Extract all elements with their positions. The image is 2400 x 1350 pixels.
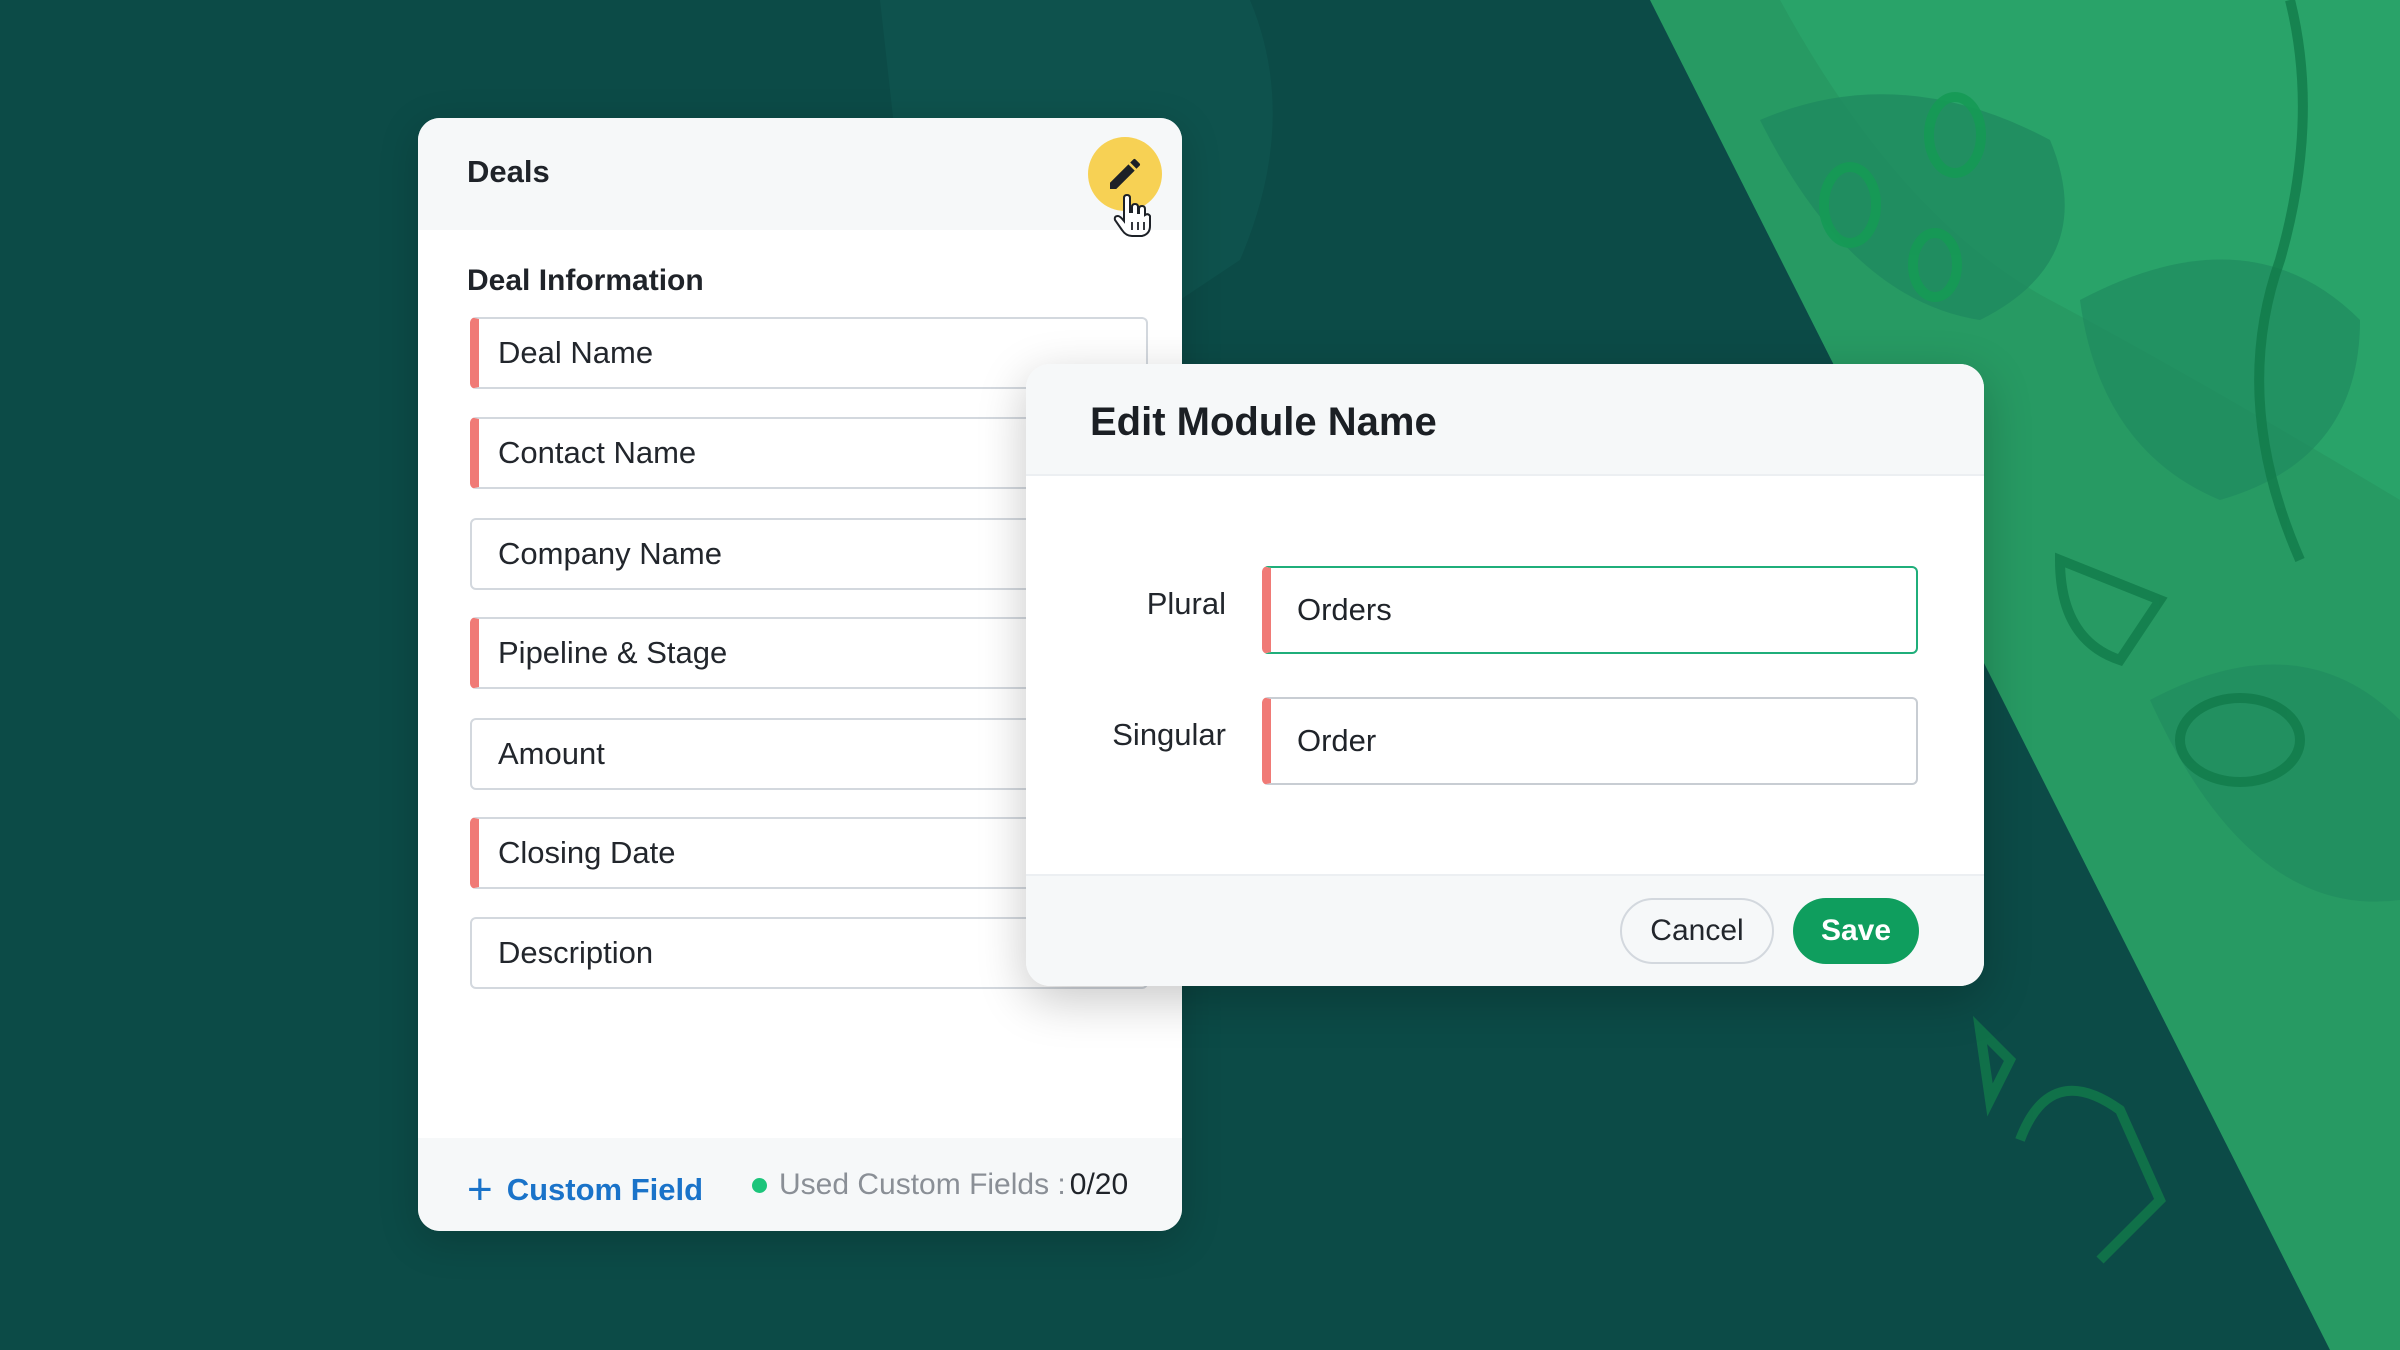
singular-input[interactable] [1262, 697, 1918, 785]
pencil-icon [1110, 158, 1141, 189]
plural-label: Plural [1146, 586, 1226, 621]
singular-label: Singular [1112, 717, 1226, 752]
hand-pointer-icon [1113, 194, 1151, 237]
field-label: Description [498, 935, 654, 970]
dialog-header: Edit Module Name [1026, 364, 1984, 476]
field-label: Pipeline & Stage [498, 635, 728, 670]
save-button[interactable]: Save [1793, 898, 1919, 964]
deals-footer: + Custom Field Used Custom Fields : 0/20 [418, 1138, 1182, 1231]
field-label: Closing Date [498, 835, 676, 870]
status-dot-icon [752, 1177, 767, 1193]
edit-module-name-dialog: Edit Module Name Plural Singular Cancel … [1026, 364, 1984, 986]
deals-header: Deals [418, 118, 1182, 237]
used-custom-fields-label: Used Custom Fields : [779, 1168, 1066, 1201]
cancel-button[interactable]: Cancel [1620, 898, 1774, 964]
module-title: Deals [467, 154, 550, 189]
field-label: Company Name [498, 536, 722, 571]
dialog-footer: Cancel Save [1026, 874, 1984, 986]
add-custom-field-button[interactable]: + Custom Field [467, 1168, 703, 1212]
plural-input[interactable] [1262, 566, 1918, 654]
used-custom-fields-count: 0/20 [1069, 1168, 1129, 1201]
field-label: Amount [498, 736, 605, 771]
field-label: Deal Name [498, 335, 654, 370]
used-custom-fields: Used Custom Fields : 0/20 [752, 1168, 1128, 1202]
dialog-title: Edit Module Name [1090, 400, 1437, 444]
field-label: Contact Name [498, 435, 697, 470]
section-title: Deal Information [467, 264, 704, 297]
plus-icon: + [467, 1165, 493, 1214]
add-custom-field-label: Custom Field [506, 1172, 704, 1207]
